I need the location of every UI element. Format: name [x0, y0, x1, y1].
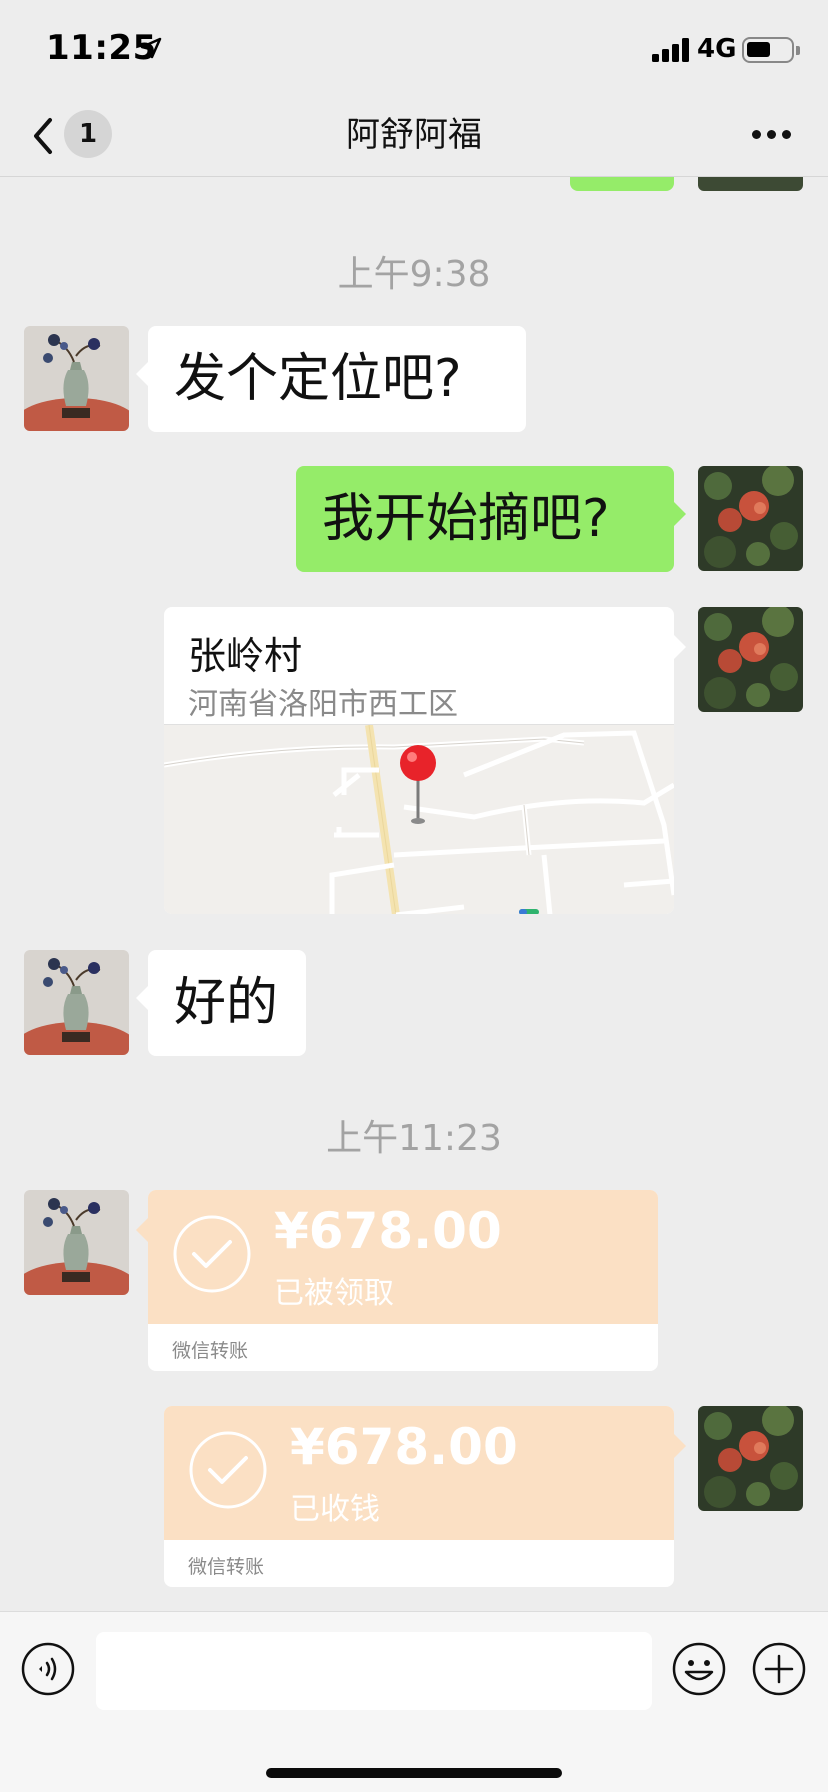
- signal-icon: [652, 38, 690, 62]
- transfer-label: 微信转账: [188, 1556, 265, 1578]
- plus-icon[interactable]: [752, 1642, 806, 1696]
- message-input[interactable]: [96, 1632, 652, 1710]
- more-dots-icon[interactable]: [752, 130, 791, 140]
- previous-message-bubble: [570, 177, 674, 191]
- voice-icon[interactable]: [21, 1642, 75, 1696]
- message-bubble-text[interactable]: 发个定位吧?: [136, 326, 526, 432]
- transfer-status: 已被领取: [274, 1276, 394, 1311]
- network-type: 4G: [697, 34, 737, 64]
- self-avatar[interactable]: [698, 1406, 803, 1511]
- check-circle-icon: [189, 1431, 267, 1509]
- contact-avatar[interactable]: [24, 950, 129, 1055]
- contact-avatar[interactable]: [24, 1190, 129, 1295]
- chat-nav-bar: 1 阿舒阿福: [0, 100, 828, 177]
- check-circle-icon: [173, 1215, 251, 1293]
- location-arrow-icon: [140, 37, 162, 59]
- message-bubble-text[interactable]: 好的: [136, 950, 306, 1056]
- transfer-amount: ¥678.00: [274, 1202, 502, 1260]
- self-avatar-partial: [698, 177, 803, 191]
- transfer-status: 已收钱: [290, 1492, 380, 1527]
- battery-icon: [742, 37, 800, 63]
- chat-input-bar: [0, 1611, 828, 1792]
- transfer-card[interactable]: ¥678.00 已被领取 微信转账: [136, 1190, 658, 1371]
- message-timestamp: 上午9:38: [337, 254, 491, 295]
- contact-avatar[interactable]: [24, 326, 129, 431]
- self-avatar[interactable]: [698, 466, 803, 571]
- message-timestamp: 上午11:23: [326, 1118, 502, 1159]
- self-avatar[interactable]: [698, 607, 803, 712]
- emoji-icon[interactable]: [672, 1642, 726, 1696]
- message-bubble-text[interactable]: 我开始摘吧?: [296, 466, 686, 572]
- location-card[interactable]: 张岭村 河南省洛阳市西工区: [164, 607, 686, 914]
- status-bar: 11:25 4G: [0, 0, 828, 100]
- location-name: 张岭村: [188, 634, 303, 678]
- location-address: 河南省洛阳市西工区: [188, 687, 458, 722]
- chat-title: 阿舒阿福: [346, 115, 482, 155]
- chat-message-list[interactable]: 上午9:38 发个定位吧? 我开始摘吧? 张岭村 河南省洛阳市西工区 好的 上午…: [0, 177, 828, 1611]
- location-map[interactable]: [164, 724, 674, 914]
- transfer-card[interactable]: ¥678.00 已收钱 微信转账: [164, 1406, 686, 1587]
- home-indicator: [266, 1768, 562, 1778]
- transfer-amount: ¥678.00: [290, 1418, 518, 1476]
- transfer-label: 微信转账: [172, 1340, 249, 1362]
